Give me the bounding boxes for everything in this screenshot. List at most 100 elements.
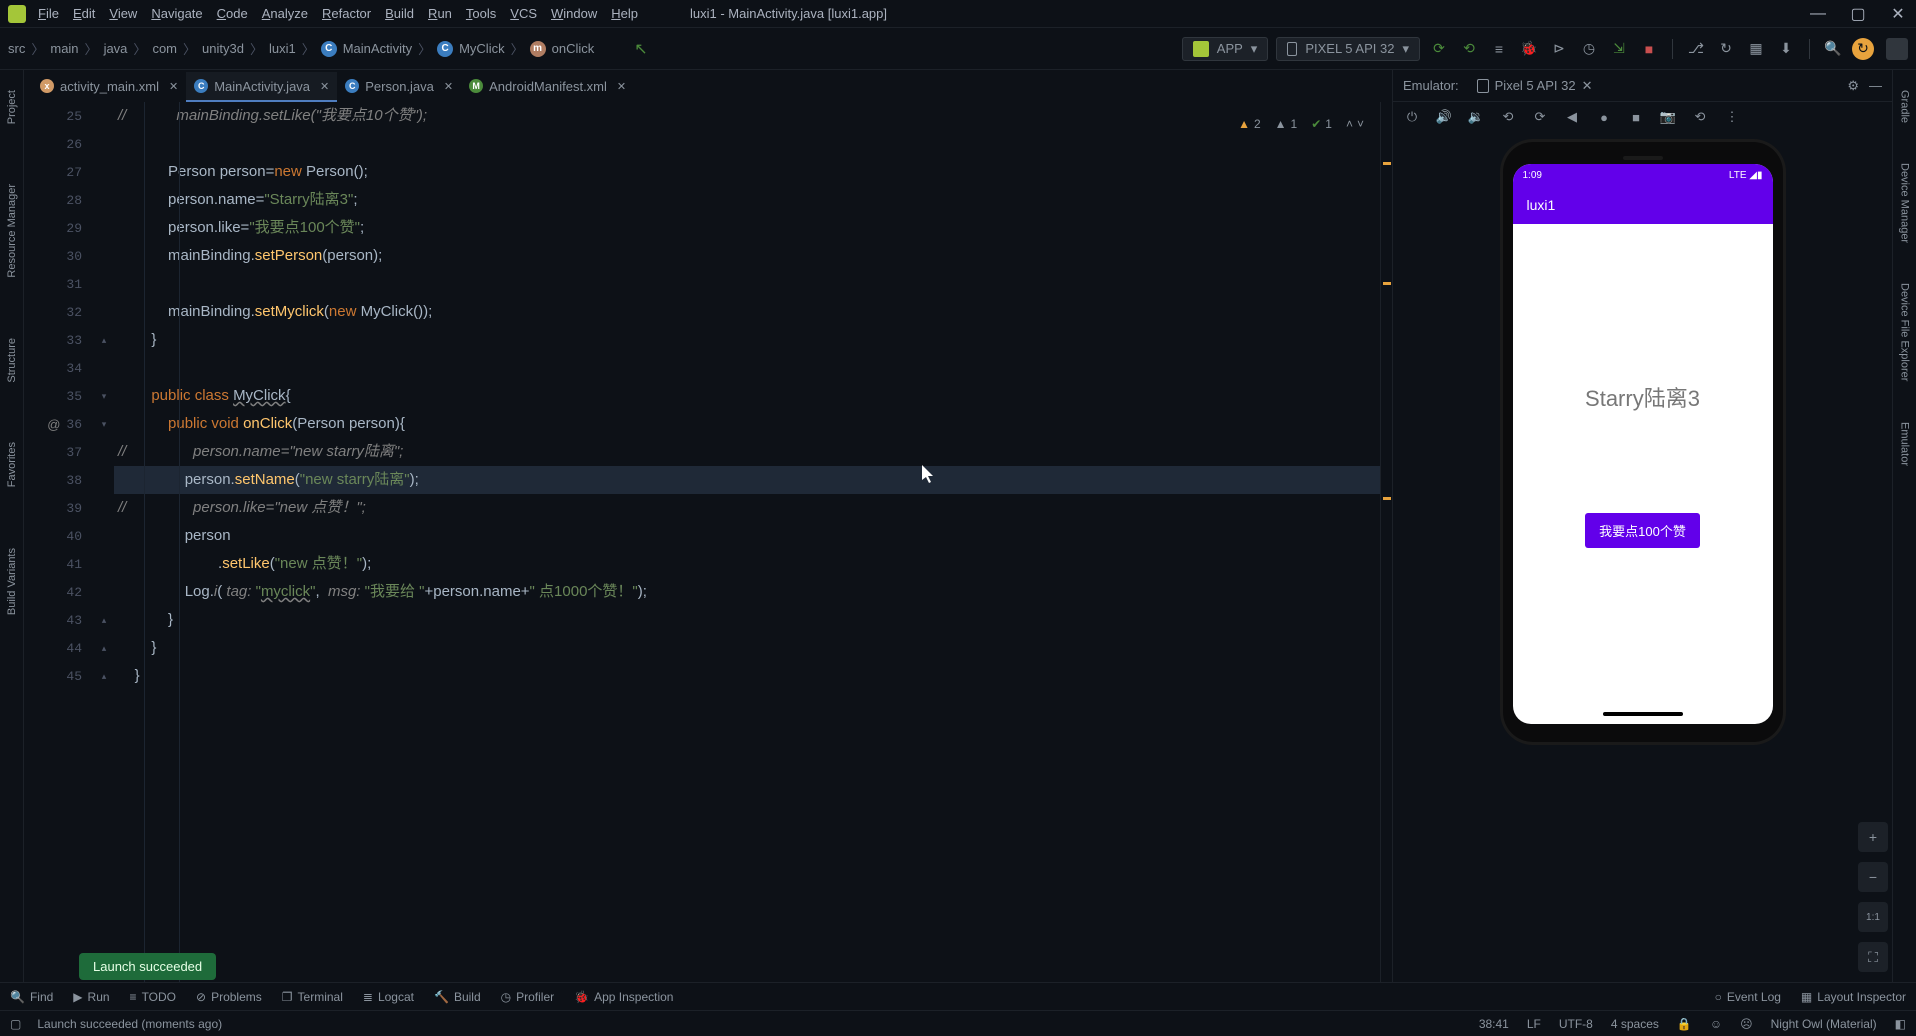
line-number[interactable]: 33 [24, 326, 94, 354]
menu-edit[interactable]: Edit [67, 4, 101, 23]
menu-file[interactable]: File [32, 4, 65, 23]
tool-run[interactable]: ▶Run [73, 990, 109, 1004]
fold-toggle[interactable]: ▴ [94, 634, 114, 662]
zoom-out-icon[interactable]: − [1858, 862, 1888, 892]
settings-icon[interactable]: ↻ [1852, 38, 1874, 60]
back-icon[interactable]: ◀ [1563, 108, 1581, 126]
close-icon[interactable]: ✕ [444, 80, 453, 93]
fold-toggle[interactable] [94, 354, 114, 382]
line-number[interactable]: 35 [24, 382, 94, 410]
lock-icon[interactable]: 🔒 [1677, 1017, 1692, 1031]
close-icon[interactable]: ✕ [617, 80, 626, 93]
line-number[interactable]: 29 [24, 214, 94, 242]
overview-icon[interactable]: ■ [1627, 108, 1645, 126]
fold-toggle[interactable] [94, 214, 114, 242]
next-highlight-icon[interactable]: ˅ [1357, 110, 1364, 138]
rotate-left-icon[interactable]: ⟲ [1499, 108, 1517, 126]
fold-toggle[interactable]: ▴ [94, 606, 114, 634]
tool-layout-inspector[interactable]: ▦Layout Inspector [1801, 990, 1906, 1004]
volume-down-icon[interactable]: 🔉 [1467, 108, 1485, 126]
rail-emulator[interactable]: Emulator [1899, 422, 1911, 466]
code-line[interactable]: } [114, 326, 1380, 354]
snapshot-icon[interactable]: ⟲ [1691, 108, 1709, 126]
prev-highlight-icon[interactable]: ˄ [1346, 110, 1353, 138]
code-line[interactable]: } [114, 662, 1380, 690]
rail-device-file-explorer[interactable]: Device File Explorer [1899, 283, 1911, 381]
menu-refactor[interactable]: Refactor [316, 4, 377, 23]
fold-toggle[interactable] [94, 102, 114, 130]
fold-toggle[interactable] [94, 494, 114, 522]
line-number[interactable]: 44 [24, 634, 94, 662]
breadcrumb-onclick[interactable]: onClick [552, 41, 595, 56]
fold-toggle[interactable]: ▾ [94, 410, 114, 438]
line-number[interactable]: 38 [24, 466, 94, 494]
code-line[interactable]: person.like="我要点100个赞"; [114, 214, 1380, 242]
search-icon[interactable]: 🔍 [1822, 38, 1844, 60]
rail-build-variants[interactable]: Build Variants [6, 548, 18, 615]
line-number[interactable]: 31 [24, 270, 94, 298]
caret-position[interactable]: 38:41 [1479, 1017, 1509, 1031]
fold-toggle[interactable] [94, 158, 114, 186]
gear-icon[interactable]: ⚙ [1847, 78, 1859, 94]
line-number[interactable]: @36 [24, 410, 94, 438]
breadcrumb-main[interactable]: main [50, 41, 78, 56]
rail-resource-manager[interactable]: Resource Manager [6, 184, 18, 278]
tab-person-java[interactable]: CPerson.java✕ [337, 72, 461, 102]
inspection-summary[interactable]: ▲2 ▲1 ✔1 ˄˅ [1238, 110, 1364, 138]
menu-vcs[interactable]: VCS [504, 4, 543, 23]
code-line[interactable] [114, 130, 1380, 158]
breadcrumb-com[interactable]: com [152, 41, 177, 56]
tool-profiler[interactable]: ◷Profiler [501, 990, 555, 1004]
code-line[interactable]: mainBinding.setPerson(person); [114, 242, 1380, 270]
rail-favorites[interactable]: Favorites [6, 442, 18, 487]
line-number[interactable]: 32 [24, 298, 94, 326]
tool-terminal[interactable]: ❐Terminal [282, 990, 343, 1004]
fold-toggle[interactable] [94, 438, 114, 466]
line-number[interactable]: 40 [24, 522, 94, 550]
theme-indicator[interactable]: Night Owl (Material) [1771, 1017, 1877, 1031]
zoom-fit-icon[interactable]: ⛶ [1858, 942, 1888, 972]
menu-navigate[interactable]: Navigate [145, 4, 208, 23]
fold-toggle[interactable] [94, 578, 114, 606]
line-number[interactable]: 42 [24, 578, 94, 606]
user-avatar[interactable] [1886, 38, 1908, 60]
git-icon[interactable]: ⎇ [1685, 38, 1707, 60]
stop-icon[interactable]: ■ [1638, 38, 1660, 60]
tool-app-inspection[interactable]: 🐞App Inspection [574, 990, 673, 1004]
code-line[interactable] [114, 270, 1380, 298]
line-number[interactable]: 30 [24, 242, 94, 270]
screenshot-icon[interactable]: 📷 [1659, 108, 1677, 126]
menu-analyze[interactable]: Analyze [256, 4, 314, 23]
tab-androidmanifest-xml[interactable]: MAndroidManifest.xml✕ [461, 72, 634, 102]
bug-icon[interactable]: 🐞 [1518, 38, 1540, 60]
maximize-button[interactable]: ▢ [1848, 4, 1868, 24]
menu-run[interactable]: Run [422, 4, 458, 23]
tool-problems[interactable]: ⊘Problems [196, 990, 262, 1004]
zoom-in-icon[interactable]: + [1858, 822, 1888, 852]
line-number[interactable]: 26 [24, 130, 94, 158]
zoom-11-icon[interactable]: 1:1 [1858, 902, 1888, 932]
power-icon[interactable]: ⏻ [1403, 108, 1421, 126]
menu-code[interactable]: Code [211, 4, 254, 23]
volume-up-icon[interactable]: 🔊 [1435, 108, 1453, 126]
memory-icon[interactable]: ◧ [1895, 1017, 1906, 1031]
menu-help[interactable]: Help [605, 4, 644, 23]
phone-screen[interactable]: 1:09 LTE ◢▮ luxi1 Starry陆离3 我要点100个赞 [1513, 164, 1773, 724]
breadcrumb-src[interactable]: src [8, 41, 25, 56]
fold-toggle[interactable] [94, 550, 114, 578]
tab-mainactivity-java[interactable]: CMainActivity.java✕ [186, 72, 337, 102]
sync-icon[interactable]: ⟳ [1428, 38, 1450, 60]
code-line[interactable]: .setLike("new 点赞！"); [114, 550, 1380, 578]
line-number[interactable]: 43 [24, 606, 94, 634]
fold-toggle[interactable] [94, 186, 114, 214]
tool-find[interactable]: 🔍Find [10, 990, 53, 1004]
line-sep[interactable]: LF [1527, 1017, 1541, 1031]
tool-build[interactable]: 🔨Build [434, 990, 481, 1004]
menu-window[interactable]: Window [545, 4, 603, 23]
code-line[interactable]: public void onClick(Person person){ [114, 410, 1380, 438]
breadcrumb-java[interactable]: java [104, 41, 128, 56]
code-line[interactable]: } [114, 634, 1380, 662]
breadcrumb[interactable]: src〉main〉java〉com〉unity3d〉luxi1〉CMainAct… [8, 39, 594, 58]
fold-toggle[interactable]: ▾ [94, 382, 114, 410]
coverage-icon[interactable]: ◷ [1578, 38, 1600, 60]
